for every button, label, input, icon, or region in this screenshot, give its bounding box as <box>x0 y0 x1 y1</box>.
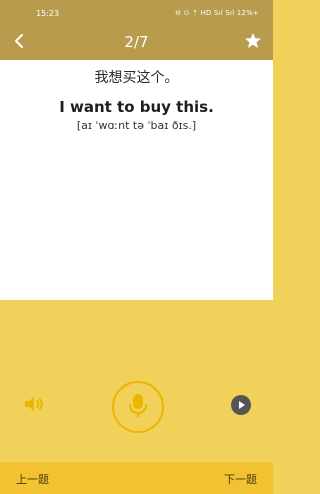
microphone-icon <box>129 394 147 417</box>
speaker-button[interactable] <box>22 394 46 414</box>
status-time: 15:23 <box>36 9 60 18</box>
record-button[interactable] <box>112 381 164 433</box>
speaker-icon <box>25 397 43 411</box>
star-icon <box>245 33 261 48</box>
top-bar: 2/7 <box>0 24 273 60</box>
next-question-button[interactable]: 下一题 <box>224 471 257 487</box>
ipa-transcription: [aɪ ˈwɑːnt tə ˈbaɪ ðɪs.] <box>76 119 197 132</box>
status-bar: 15:23 ⊖ ⊙ ⇡ HD Sıl Sıl 12%+ <box>0 0 273 24</box>
previous-question-button[interactable]: 上一题 <box>16 471 49 487</box>
play-icon <box>239 401 245 409</box>
favorite-button[interactable] <box>243 31 263 51</box>
chinese-sentence: 我想买这个。 <box>94 70 179 86</box>
bottom-navigation: 上一题 下一题 <box>0 462 273 494</box>
status-icons: ⊖ ⊙ ⇡ HD Sıl Sıl 12%+ <box>175 9 259 17</box>
english-sentence: I want to buy this. <box>59 98 214 116</box>
play-button[interactable] <box>231 395 251 415</box>
page-counter: 2/7 <box>124 33 149 51</box>
